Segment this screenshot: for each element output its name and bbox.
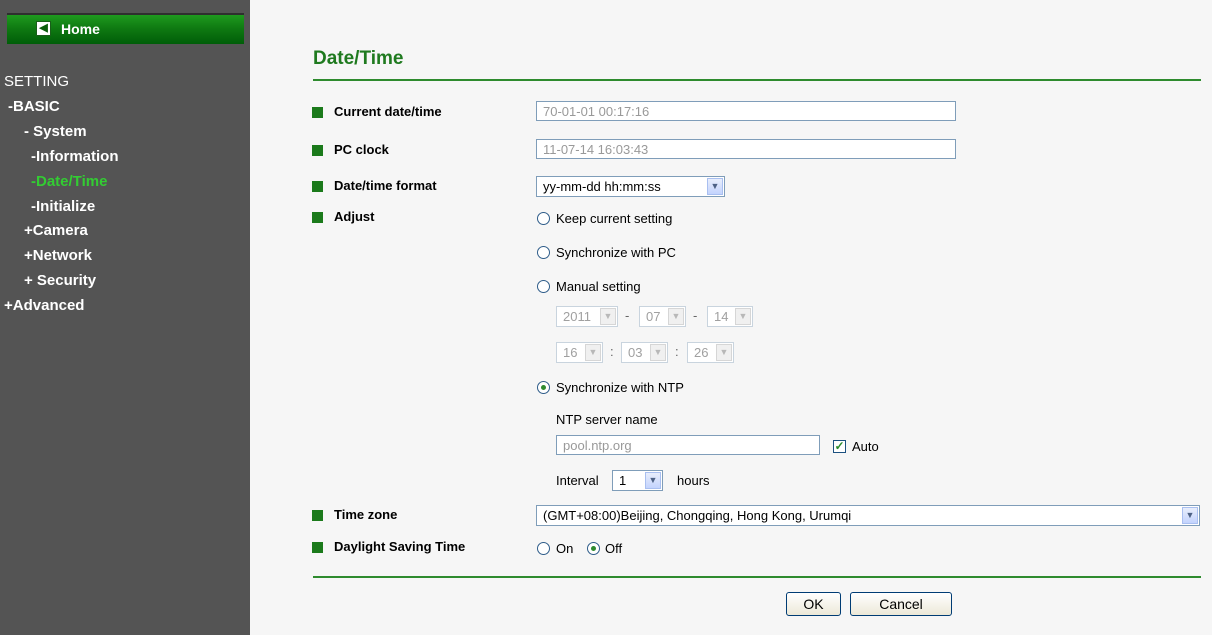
date-separator: -: [693, 308, 698, 323]
radio-dst-off[interactable]: [587, 542, 600, 555]
manual-second-select[interactable]: 26 ▼: [687, 342, 734, 363]
manual-year-select[interactable]: 2011 ▼: [556, 306, 618, 327]
bullet-icon: [312, 107, 323, 118]
chevron-down-icon: ▼: [716, 344, 732, 361]
ntp-server-label: NTP server name: [556, 412, 658, 427]
sidebar-item-camera[interactable]: +Camera: [24, 222, 88, 239]
radio-dst-on[interactable]: [537, 542, 550, 555]
bullet-icon: [312, 212, 323, 223]
sidebar-setting-heading: SETTING: [4, 73, 70, 90]
radio-sync-pc[interactable]: [537, 246, 550, 259]
bullet-icon: [312, 145, 323, 156]
time-zone-select[interactable]: (GMT+08:00)Beijing, Chongqing, Hong Kong…: [536, 505, 1200, 526]
interval-label: Interval: [556, 473, 599, 488]
chevron-down-icon: ▼: [735, 308, 751, 325]
back-arrow-icon: ◀: [36, 21, 51, 36]
chevron-down-icon: ▼: [600, 308, 616, 325]
radio-keep-current-label: Keep current setting: [556, 211, 673, 226]
manual-year-value: 2011: [563, 309, 591, 324]
sidebar-item-initialize[interactable]: -Initialize: [31, 198, 95, 215]
current-datetime-field[interactable]: 70-01-01 00:17:16: [536, 101, 956, 121]
sidebar-item-datetime[interactable]: -Date/Time: [31, 173, 107, 190]
radio-sync-ntp[interactable]: [537, 381, 550, 394]
datetime-format-label: Date/time format: [334, 178, 437, 193]
sidebar-item-basic[interactable]: -BASIC: [8, 98, 60, 115]
bullet-icon: [312, 542, 323, 553]
chevron-down-icon: ▼: [585, 344, 601, 361]
interval-unit: hours: [677, 473, 710, 488]
sidebar-item-information[interactable]: -Information: [31, 148, 119, 165]
time-separator: :: [610, 344, 614, 359]
date-separator: -: [625, 308, 630, 323]
time-zone-label: Time zone: [334, 507, 398, 522]
datetime-format-value: yy-mm-dd hh:mm:ss: [543, 179, 661, 194]
auto-checkbox[interactable]: ✓: [833, 440, 846, 453]
datetime-format-select[interactable]: yy-mm-dd hh:mm:ss ▼: [536, 176, 725, 197]
dst-label: Daylight Saving Time: [334, 539, 466, 554]
sidebar-item-advanced[interactable]: +Advanced: [4, 297, 84, 314]
manual-second-value: 26: [694, 345, 709, 360]
radio-manual[interactable]: [537, 280, 550, 293]
manual-minute-select[interactable]: 03 ▼: [621, 342, 668, 363]
ntp-server-input[interactable]: pool.ntp.org: [556, 435, 820, 455]
main-content: Date/Time Current date/time 70-01-01 00:…: [250, 0, 1212, 635]
radio-sync-ntp-label: Synchronize with NTP: [556, 380, 684, 395]
manual-day-select[interactable]: 14 ▼: [707, 306, 753, 327]
radio-dst-on-label: On: [556, 541, 574, 556]
radio-dst-off-label: Off: [605, 541, 623, 556]
current-datetime-label: Current date/time: [334, 104, 442, 119]
manual-month-value: 07: [646, 309, 661, 324]
manual-day-value: 14: [714, 309, 729, 324]
pc-clock-label: PC clock: [334, 142, 389, 157]
page-title: Date/Time: [313, 48, 404, 69]
cancel-button[interactable]: Cancel: [850, 592, 952, 616]
bullet-icon: [312, 181, 323, 192]
home-label: Home: [61, 21, 100, 37]
home-button[interactable]: ◀ Home: [7, 13, 244, 44]
sidebar-item-system[interactable]: - System: [24, 123, 87, 140]
footer-divider: [313, 576, 1201, 578]
sidebar-item-network[interactable]: +Network: [24, 247, 92, 264]
chevron-down-icon: ▼: [645, 472, 661, 489]
time-zone-value: (GMT+08:00)Beijing, Chongqing, Hong Kong…: [543, 508, 852, 523]
interval-value: 1: [619, 473, 627, 488]
chevron-down-icon: ▼: [668, 308, 684, 325]
manual-hour-select[interactable]: 16 ▼: [556, 342, 603, 363]
pc-clock-field[interactable]: 11-07-14 16:03:43: [536, 139, 956, 159]
manual-month-select[interactable]: 07 ▼: [639, 306, 686, 327]
radio-keep-current[interactable]: [537, 212, 550, 225]
radio-sync-pc-label: Synchronize with PC: [556, 245, 676, 260]
chevron-down-icon: ▼: [650, 344, 666, 361]
time-separator: :: [675, 344, 679, 359]
title-divider: [313, 79, 1201, 81]
auto-label: Auto: [852, 439, 879, 454]
radio-manual-label: Manual setting: [556, 279, 641, 294]
bullet-icon: [312, 510, 323, 521]
adjust-label: Adjust: [334, 209, 375, 224]
sidebar-item-security[interactable]: + Security: [24, 272, 96, 289]
ok-button[interactable]: OK: [786, 592, 841, 616]
sidebar: ◀ Home SETTING -BASIC - System -Informat…: [0, 0, 250, 635]
chevron-down-icon: ▼: [707, 178, 723, 195]
interval-select[interactable]: 1 ▼: [612, 470, 663, 491]
manual-hour-value: 16: [563, 345, 578, 360]
manual-minute-value: 03: [628, 345, 643, 360]
chevron-down-icon: ▼: [1182, 507, 1198, 524]
